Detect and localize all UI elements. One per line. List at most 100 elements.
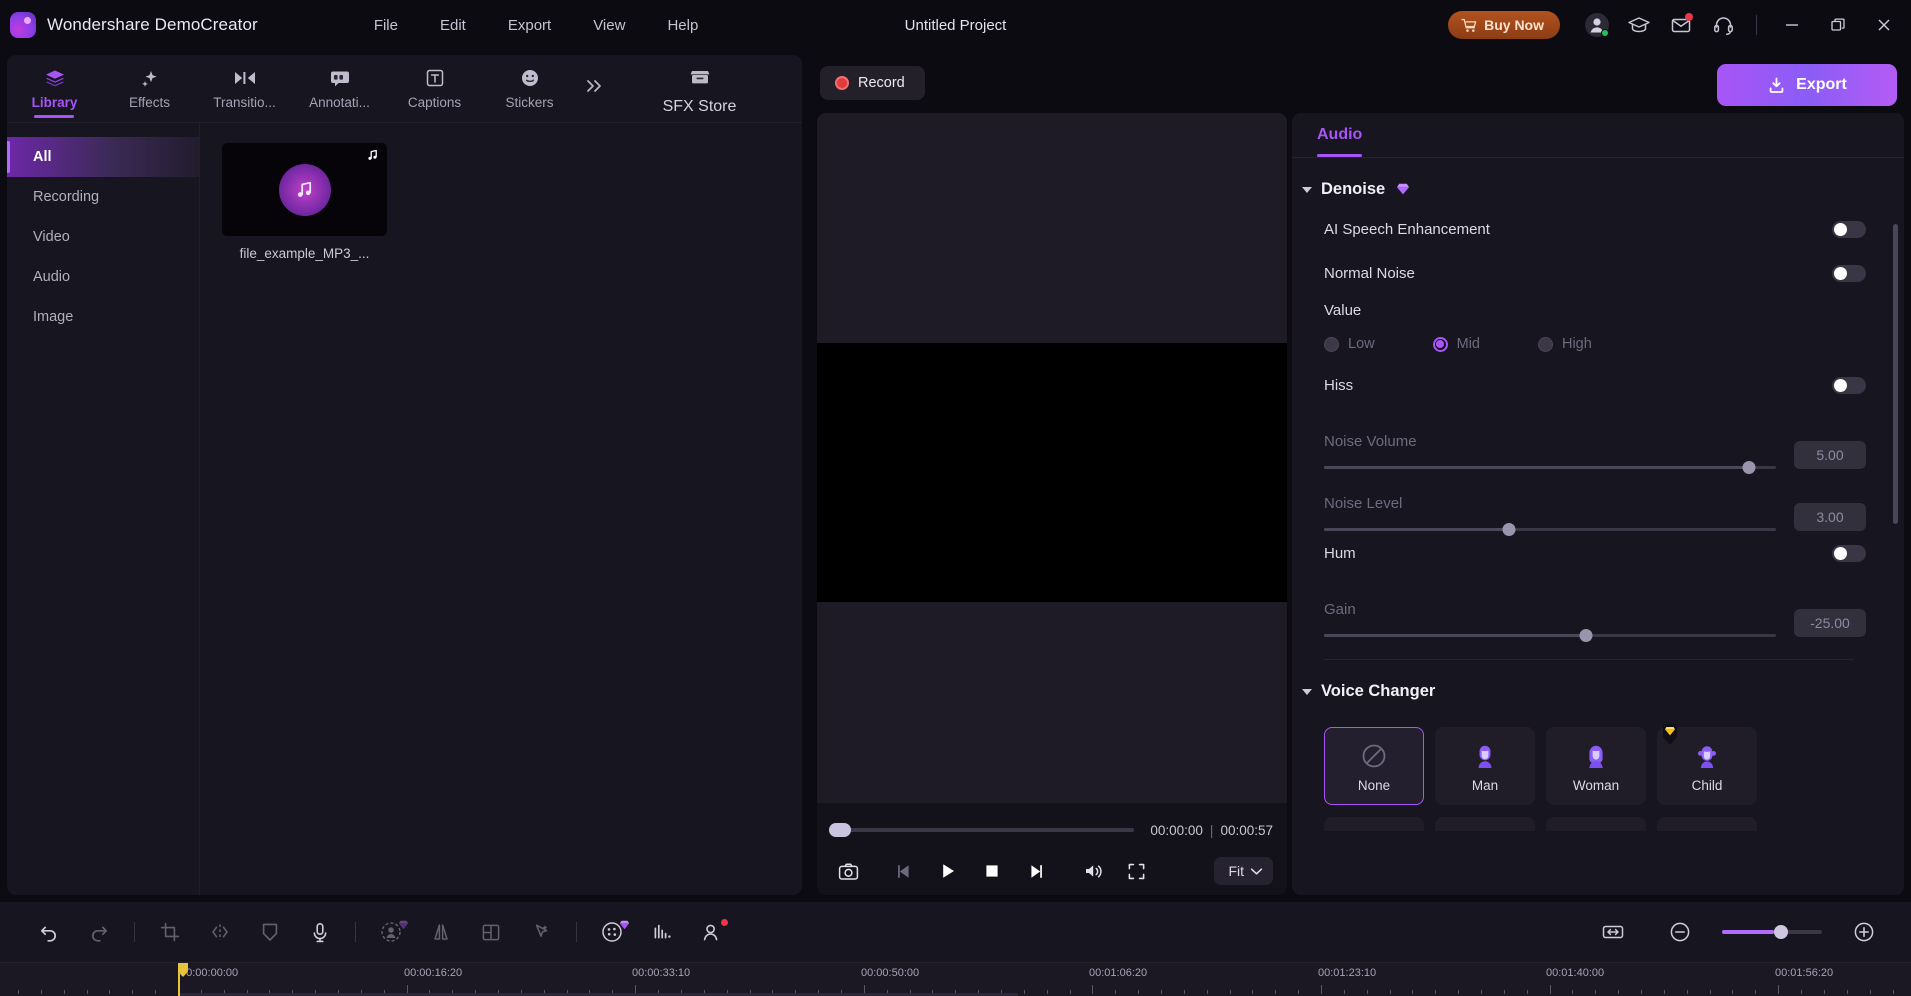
- menu-view[interactable]: View: [572, 11, 646, 40]
- gain-value[interactable]: -25.00: [1794, 609, 1866, 637]
- avatar-presenter-button[interactable]: [687, 912, 737, 952]
- menu-help[interactable]: Help: [646, 11, 719, 40]
- slider-handle[interactable]: [1579, 629, 1593, 642]
- category-all[interactable]: All: [7, 137, 199, 177]
- value-option-low[interactable]: Low: [1324, 336, 1375, 352]
- category-audio[interactable]: Audio: [7, 257, 199, 297]
- voice-option-stub[interactable]: [1657, 817, 1757, 831]
- layers-icon: [44, 67, 66, 89]
- prev-frame-button[interactable]: [887, 854, 921, 888]
- tab-stickers[interactable]: Stickers: [482, 62, 577, 110]
- voice-option-stub[interactable]: [1324, 817, 1424, 831]
- minimize-icon[interactable]: [1769, 0, 1815, 50]
- voice-changer-section-header[interactable]: Voice Changer: [1292, 660, 1866, 709]
- noise-volume-value[interactable]: 5.00: [1794, 441, 1866, 469]
- noise-level-value[interactable]: 3.00: [1794, 503, 1866, 531]
- color-match-button[interactable]: [587, 912, 637, 952]
- close-icon[interactable]: [1861, 0, 1907, 50]
- ai-speech-enhancement-toggle[interactable]: [1832, 220, 1866, 238]
- tab-captions[interactable]: Captions: [387, 62, 482, 110]
- cursor-effect-button[interactable]: [516, 912, 566, 952]
- tab-annotations-label: Annotati...: [309, 95, 370, 110]
- undo-button[interactable]: [24, 912, 74, 952]
- zoom-slider-handle[interactable]: [1774, 925, 1788, 939]
- export-button[interactable]: Export: [1717, 64, 1897, 106]
- fit-timeline-icon[interactable]: [1588, 912, 1638, 952]
- voice-option-none[interactable]: None: [1324, 727, 1424, 805]
- voice-option-child[interactable]: Child: [1657, 724, 1757, 805]
- marker-button[interactable]: [245, 912, 295, 952]
- slider-handle[interactable]: [1502, 523, 1516, 536]
- audio-settings-scroll[interactable]: Denoise AI Speech Enhancement Normal Noi…: [1292, 158, 1904, 895]
- value-option-mid[interactable]: Mid: [1432, 336, 1480, 352]
- preview-scrubber[interactable]: [829, 823, 1135, 837]
- play-button[interactable]: [931, 854, 965, 888]
- ruler-label: 00:01:40:00: [1546, 967, 1605, 979]
- value-radio-group: Low Mid High: [1292, 325, 1866, 363]
- player-controls: Fit: [817, 847, 1287, 895]
- next-frame-button[interactable]: [1019, 854, 1053, 888]
- tab-sfx-store[interactable]: SFX Store: [652, 67, 747, 116]
- gain-slider[interactable]: [1324, 629, 1776, 642]
- headset-icon[interactable]: [1702, 4, 1744, 46]
- timeline-ruler[interactable]: 00:00:00:00 00:00:16:20 00:00:33:10 00:0…: [0, 962, 1911, 996]
- denoise-section-header[interactable]: Denoise: [1292, 158, 1866, 207]
- volume-button[interactable]: [1077, 854, 1111, 888]
- tab-effects[interactable]: Effects: [102, 62, 197, 110]
- mirror-button[interactable]: [416, 912, 466, 952]
- noise-level-slider[interactable]: [1324, 523, 1776, 536]
- fullscreen-button[interactable]: [1119, 854, 1153, 888]
- tab-annotations[interactable]: Annotati...: [292, 62, 387, 110]
- menu-bar: File Edit Export View Help: [353, 11, 720, 40]
- preview-stage[interactable]: [817, 113, 1287, 803]
- voice-option-woman[interactable]: Woman: [1546, 727, 1646, 805]
- ruler-label: 00:01:06:20: [1089, 967, 1148, 979]
- fit-dropdown[interactable]: Fit: [1214, 857, 1273, 885]
- crop-button[interactable]: [145, 912, 195, 952]
- hiss-toggle[interactable]: [1832, 376, 1866, 394]
- tab-transitions[interactable]: Transitio...: [197, 62, 292, 110]
- menu-file[interactable]: File: [353, 11, 419, 40]
- auto-subtitle-button[interactable]: [637, 912, 687, 952]
- mail-icon[interactable]: [1660, 4, 1702, 46]
- voice-option-man[interactable]: Man: [1435, 727, 1535, 805]
- graduation-cap-icon[interactable]: [1618, 4, 1660, 46]
- tab-audio[interactable]: Audio: [1317, 113, 1363, 157]
- crop-pan-button[interactable]: [466, 912, 516, 952]
- slider-handle[interactable]: [1742, 461, 1756, 474]
- ruler-label: 00:00:16:20: [404, 967, 463, 979]
- category-video[interactable]: Video: [7, 217, 199, 257]
- normal-noise-toggle[interactable]: [1832, 264, 1866, 282]
- timeline-zoom-slider[interactable]: [1722, 925, 1822, 939]
- menu-export[interactable]: Export: [487, 11, 572, 40]
- ai-portrait-button[interactable]: [366, 912, 416, 952]
- buy-now-button[interactable]: Buy Now: [1448, 11, 1560, 39]
- account-icon[interactable]: [1576, 4, 1618, 46]
- menu-edit[interactable]: Edit: [419, 11, 487, 40]
- category-recording[interactable]: Recording: [7, 177, 199, 217]
- hum-toggle[interactable]: [1832, 544, 1866, 562]
- tab-library[interactable]: Library: [7, 62, 102, 118]
- tab-library-label: Library: [31, 95, 78, 110]
- category-image[interactable]: Image: [7, 297, 199, 337]
- noise-volume-slider[interactable]: [1324, 461, 1776, 474]
- restore-icon[interactable]: [1815, 0, 1861, 50]
- value-option-high[interactable]: High: [1537, 336, 1592, 352]
- split-button[interactable]: [195, 912, 245, 952]
- voiceover-button[interactable]: [295, 912, 345, 952]
- stop-button[interactable]: [975, 854, 1009, 888]
- zoom-out-icon[interactable]: [1655, 912, 1705, 952]
- playhead[interactable]: [178, 963, 188, 996]
- snapshot-button[interactable]: [831, 854, 865, 888]
- voice-option-stub[interactable]: [1546, 817, 1646, 831]
- record-button[interactable]: Record: [820, 66, 925, 100]
- scrubber-handle[interactable]: [829, 823, 851, 837]
- redo-button[interactable]: [74, 912, 124, 952]
- chevron-double-right-icon[interactable]: [577, 62, 611, 94]
- value-option-mid-label: Mid: [1456, 336, 1480, 352]
- zoom-in-icon[interactable]: [1839, 912, 1889, 952]
- audio-panel-scrollbar[interactable]: [1893, 224, 1898, 524]
- media-item[interactable]: file_example_MP3_...: [222, 143, 387, 261]
- voice-option-stub[interactable]: [1435, 817, 1535, 831]
- noise-level-row: Noise Level 3.00: [1292, 469, 1866, 536]
